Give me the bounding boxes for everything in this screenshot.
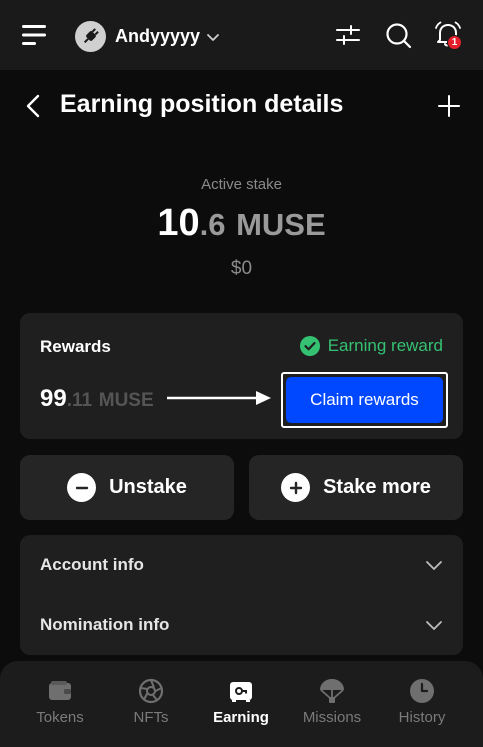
- stake-unit: MUSE: [236, 207, 326, 242]
- unstake-button[interactable]: Unstake: [20, 455, 234, 520]
- nav-label-missions: Missions: [302, 709, 362, 726]
- chevron-down-icon: [426, 621, 442, 630]
- claim-rewards-button[interactable]: Claim rewards: [286, 377, 443, 423]
- account-name: Andyyyyy: [115, 25, 201, 46]
- nav-tab-missions[interactable]: Missions: [284, 661, 380, 747]
- active-stake-label: Active stake: [201, 176, 282, 193]
- nomination-info-row[interactable]: Nomination info: [20, 595, 463, 655]
- reward-amount-decimal: .11: [66, 390, 93, 411]
- nav-label-history: History: [398, 709, 446, 726]
- wallet-icon: [49, 681, 71, 700]
- stake-amount-decimal: .6: [199, 207, 226, 242]
- rewards-title: Rewards: [40, 337, 111, 356]
- earning-status: Earning reward: [299, 336, 443, 356]
- reward-amount-integer: 99: [40, 385, 67, 412]
- nav-label-tokens: Tokens: [36, 709, 84, 726]
- stake-more-label: Stake more: [323, 476, 431, 498]
- sliders-icon[interactable]: [335, 23, 361, 47]
- nav-label-nfts: NFTs: [133, 709, 169, 726]
- minus-circle-icon: [67, 473, 97, 502]
- reward-amount: 99.11 MUSE: [40, 385, 154, 413]
- nav-label-earning: Earning: [213, 709, 269, 726]
- claim-rewards-highlight: Claim rewards: [281, 372, 448, 428]
- reward-unit: MUSE: [98, 390, 154, 411]
- arrow-right-icon: [167, 391, 271, 405]
- plus-circle-icon: [281, 473, 311, 502]
- search-icon[interactable]: [385, 22, 412, 49]
- plus-icon[interactable]: [437, 94, 461, 118]
- stake-more-button[interactable]: Stake more: [249, 455, 463, 520]
- rewards-card: Rewards Earning reward 99.11 MUSE Claim …: [20, 313, 463, 439]
- safe-icon: [230, 682, 252, 702]
- active-stake-amount: 10.6 MUSE: [0, 202, 483, 245]
- notification-badge: 1: [447, 35, 462, 50]
- chevron-down-icon: [426, 561, 442, 570]
- earning-status-text: Earning reward: [327, 336, 443, 355]
- nav-tab-history[interactable]: History: [374, 661, 470, 747]
- unstake-label: Unstake: [109, 476, 187, 498]
- bottom-nav: Tokens NFTs Earning Missions History: [0, 661, 483, 747]
- nomination-info-label: Nomination info: [40, 615, 170, 634]
- aperture-icon: [138, 678, 164, 704]
- chevron-down-icon: [207, 34, 219, 41]
- check-circle-icon: [299, 336, 320, 356]
- nav-tab-tokens[interactable]: Tokens: [12, 661, 108, 747]
- page-title: Earning position details: [60, 90, 344, 118]
- stake-usd-value: $0: [230, 258, 253, 279]
- account-info-label: Account info: [40, 555, 144, 574]
- nav-tab-nfts[interactable]: NFTs: [103, 661, 199, 747]
- back-arrow-icon[interactable]: [24, 93, 42, 119]
- menu-icon[interactable]: [22, 24, 48, 46]
- clock-icon: [410, 679, 434, 703]
- info-card: Account info Nomination info: [20, 535, 463, 655]
- account-info-row[interactable]: Account info: [20, 535, 463, 595]
- stake-amount-integer: 10: [157, 202, 200, 244]
- nav-tab-earning[interactable]: Earning: [193, 661, 289, 747]
- account-selector[interactable]: Andyyyyy: [75, 20, 220, 52]
- plug-icon: [75, 20, 106, 52]
- parachute-icon: [320, 679, 344, 703]
- top-bar: Andyyyyy 1: [0, 0, 483, 70]
